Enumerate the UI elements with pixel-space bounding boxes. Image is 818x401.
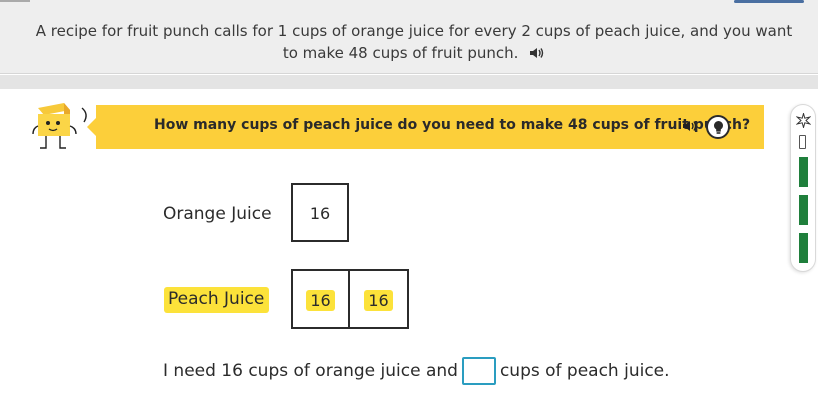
hint-button[interactable] xyxy=(706,115,730,139)
problem-line-2: to make 48 cups of fruit punch. xyxy=(282,44,519,62)
menu-edge xyxy=(0,0,30,2)
problem-line-1: A recipe for fruit punch calls for 1 cup… xyxy=(35,22,793,40)
peach-tape-value: 16 xyxy=(364,290,393,311)
progress-panel xyxy=(790,104,816,272)
speaker-icon[interactable] xyxy=(529,46,545,60)
peach-tape-value: 16 xyxy=(306,290,335,311)
question-banner: How many cups of peach juice do you need… xyxy=(87,105,764,149)
answer-input[interactable] xyxy=(461,357,496,385)
top-button-edge[interactable] xyxy=(734,0,804,3)
problem-statement: A recipe for fruit punch calls for 1 cup… xyxy=(20,20,808,64)
orange-juice-label: Orange Juice xyxy=(163,204,272,224)
progress-segment xyxy=(799,157,808,187)
answer-text-before: I need 16 cups of orange juice and xyxy=(163,361,458,381)
peach-tape-cell: 16 xyxy=(348,269,409,329)
speaker-icon[interactable] xyxy=(682,119,698,133)
mascot-icon xyxy=(32,103,87,149)
progress-segment xyxy=(799,195,808,225)
question-text: How many cups of peach juice do you need… xyxy=(154,117,751,133)
peach-tape-cell: 16 xyxy=(291,269,350,329)
orange-tape-value: 16 xyxy=(309,204,331,223)
orange-tape-cell: 16 xyxy=(291,183,349,242)
divider-band xyxy=(0,75,818,89)
answer-text-after: cups of peach juice. xyxy=(499,361,670,381)
progress-marker xyxy=(799,135,806,149)
peach-juice-label: Peach Juice xyxy=(164,287,270,313)
problem-header: A recipe for fruit punch calls for 1 cup… xyxy=(0,0,818,74)
progress-segment xyxy=(799,233,808,263)
sparkle-icon xyxy=(796,113,811,128)
lightbulb-icon xyxy=(714,121,723,134)
answer-sentence: I need 16 cups of orange juice and cups … xyxy=(163,357,670,385)
